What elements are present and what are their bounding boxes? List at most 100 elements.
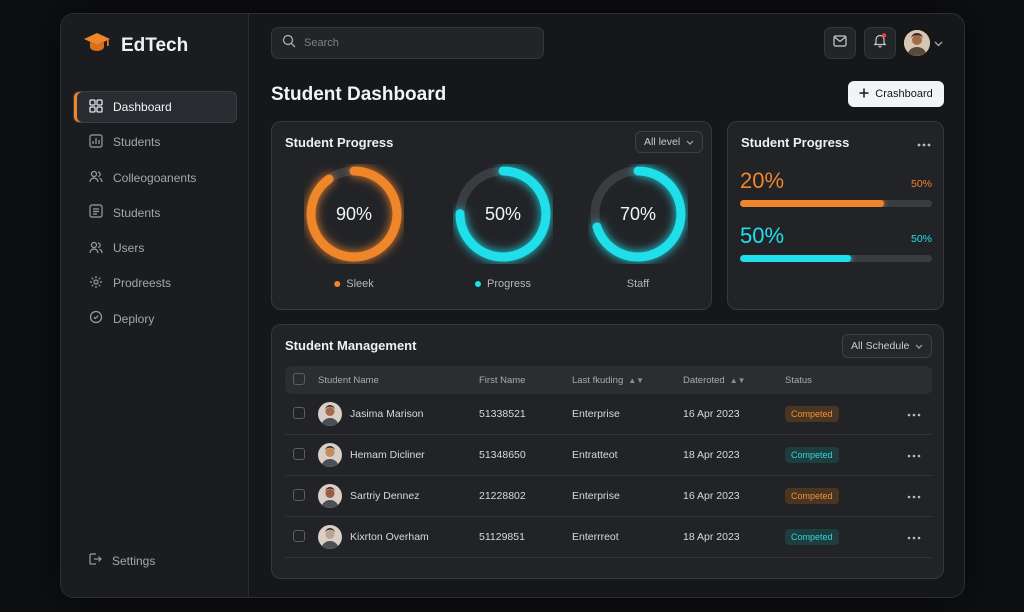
sidebar-item-students[interactable]: Students (73, 126, 237, 158)
donut-value: 70% (619, 203, 657, 224)
level-filter-value: All level (644, 136, 681, 148)
schedule-filter-value: All Schedule (851, 340, 910, 352)
chevron-down-icon (686, 136, 694, 148)
last-cell: Enterprise (572, 408, 620, 420)
column-header-status[interactable]: Status (785, 375, 895, 386)
sidebar-item-prodreests[interactable]: Prodreests (73, 267, 237, 299)
column-header-date[interactable]: Dateroted ▲▼ (683, 375, 785, 386)
status-badge: Competed (785, 406, 839, 422)
date-cell: 16 Apr 2023 (683, 408, 740, 420)
badge-icon (89, 310, 103, 327)
row-checkbox-cell (285, 447, 318, 463)
donut-legend-staff: Staff (627, 278, 649, 290)
status-cell: Competed (785, 529, 895, 545)
brand[interactable]: EdTech (83, 32, 188, 59)
student-name-cell: Hemam Dicliner (318, 443, 479, 467)
level-filter-dropdown[interactable]: All level (635, 131, 704, 153)
sidebar-item-dashboard[interactable]: Dashboard (73, 91, 237, 123)
sidebar-item-users[interactable]: Users (73, 232, 237, 264)
date-cell: 16 Apr 2023 (683, 490, 740, 502)
notifications-button[interactable] (864, 27, 896, 59)
date-cell: 18 Apr 2023 (683, 449, 740, 461)
app-window: EdTech Dashboard Students Colleogoanents… (60, 13, 965, 598)
column-header-student-name[interactable]: Student Name (318, 375, 479, 386)
gear-icon (89, 275, 103, 292)
search-input[interactable] (304, 37, 524, 49)
last-cell: Enterrreot (572, 531, 619, 543)
table-row[interactable]: Hemam Dicliner 51348650 Entratteot 18 Ap… (285, 435, 932, 476)
settings-label: Settings (112, 553, 156, 568)
graduation-cap-icon (83, 32, 111, 59)
sidebar-item-students-list[interactable]: Students (73, 197, 237, 229)
list-icon (89, 204, 103, 221)
sidebar: EdTech Dashboard Students Colleogoanents… (61, 14, 249, 597)
sidebar-item-settings[interactable]: Settings (88, 552, 155, 569)
logout-icon (88, 552, 102, 569)
column-header-last[interactable]: Last fkuding ▲▼ (572, 375, 683, 386)
student-name: Jasima Marison (350, 408, 424, 420)
table-row[interactable]: Sartriy Dennez 21228802 Enterprise 16 Ap… (285, 476, 932, 517)
status-cell: Competed (785, 447, 895, 463)
column-header-label: Dateroted (683, 374, 725, 386)
row-checkbox-cell (285, 488, 318, 504)
sidebar-item-label: Students (113, 135, 161, 150)
first-name-cell: 51129851 (479, 531, 525, 543)
page-title: Student Dashboard (271, 84, 447, 105)
avatar (318, 525, 342, 549)
more-icon[interactable] (917, 134, 931, 152)
sidebar-item-label: Deplory (113, 311, 155, 326)
grid-icon (89, 98, 103, 116)
mail-button[interactable] (824, 27, 856, 59)
users-icon (89, 240, 103, 257)
avatar (318, 402, 342, 426)
progress-percent: 50% (740, 223, 785, 248)
student-management-card: Student Management All Schedule Student … (271, 324, 944, 579)
plus-icon (859, 88, 869, 101)
row-checkbox[interactable] (293, 447, 305, 460)
student-name: Hemam Dicliner (350, 449, 425, 461)
sort-icon: ▲▼ (729, 375, 746, 385)
select-all-checkbox[interactable] (293, 372, 305, 385)
crashboard-button[interactable]: Crashboard (848, 81, 944, 107)
row-checkbox[interactable] (293, 529, 305, 542)
table-row[interactable]: Jasima Marison 51338521 Enterprise 16 Ap… (285, 394, 932, 435)
sort-icon: ▲▼ (628, 375, 645, 385)
row-checkbox-cell (285, 529, 318, 545)
legend-label: Staff (626, 278, 650, 290)
schedule-filter-dropdown[interactable]: All Schedule (842, 334, 933, 358)
student-name-cell: Jasima Marison (318, 402, 479, 426)
row-more-icon[interactable] (895, 408, 932, 420)
table-row[interactable]: Kixrton Overham 51129851 Enterrreot 18 A… (285, 517, 932, 558)
header-checkbox-cell (285, 372, 318, 388)
status-badge: Competed (785, 529, 839, 545)
date-cell: 18 Apr 2023 (683, 531, 740, 543)
status-cell: Competed (785, 488, 895, 504)
donut-value: 50% (484, 203, 522, 224)
chart-icon (89, 134, 103, 151)
card-title: Student Management (285, 338, 417, 353)
sidebar-item-colleogoanents[interactable]: Colleogoanents (73, 162, 237, 194)
search-bar[interactable] (271, 27, 544, 59)
row-more-icon[interactable] (895, 531, 932, 543)
donut-value: 90% (335, 203, 373, 224)
row-checkbox[interactable] (293, 406, 305, 419)
column-header-first-name[interactable]: First Name (479, 375, 572, 386)
row-checkbox[interactable] (293, 488, 305, 501)
first-name-cell: 51338521 (479, 408, 526, 420)
student-name-cell: Sartriy Dennez (318, 484, 479, 508)
row-more-icon[interactable] (895, 490, 932, 502)
progress-percent: 20% (740, 168, 785, 193)
progress-track (740, 255, 932, 262)
bell-icon (873, 33, 887, 53)
search-icon (282, 34, 296, 53)
legend-label: Progress (486, 278, 532, 290)
user-menu[interactable] (904, 30, 943, 56)
donut-legend-progress: Progress (474, 278, 532, 290)
progress-fill (740, 200, 884, 207)
student-progress-card: Student Progress All level 90% Sleek 50% (271, 121, 712, 310)
legend-dot (334, 281, 341, 287)
row-more-icon[interactable] (895, 449, 932, 461)
sidebar-item-deplory[interactable]: Deplory (73, 303, 237, 335)
table-header: Student Name First Name Last fkuding ▲▼ D… (285, 366, 932, 394)
status-badge: Competed (785, 488, 839, 504)
